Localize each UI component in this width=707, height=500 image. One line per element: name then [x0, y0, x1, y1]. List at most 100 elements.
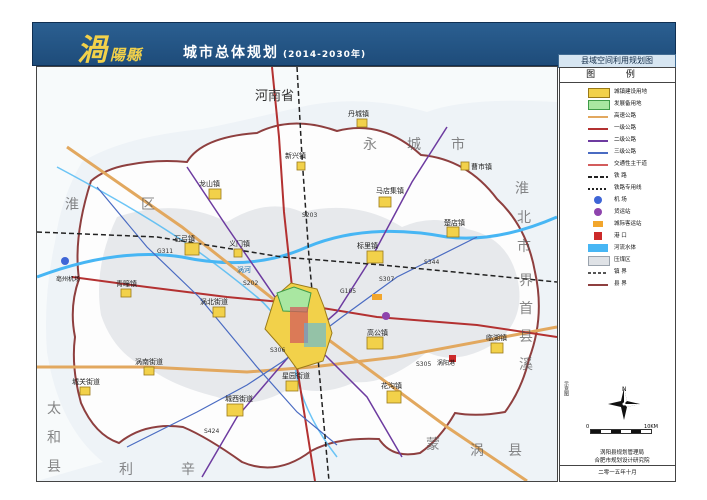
legend-item: 铁路专用线 — [566, 183, 672, 193]
svg-text:花沟镇: 花沟镇 — [381, 381, 402, 390]
legend-symbol-class1-road — [588, 128, 608, 130]
plan-title-text: 城市总体规划 — [183, 45, 279, 61]
org-design-institute: 合肥市规划设计研究院 — [594, 458, 650, 464]
svg-text:S424: S424 — [204, 428, 219, 435]
svg-text:永: 永 — [363, 137, 377, 153]
legend-symbol-class3-road — [588, 152, 608, 154]
airport-label: 亳州机场 — [56, 275, 80, 283]
legend-item: 高速公路 — [566, 111, 672, 121]
legend-symbol-development — [588, 100, 610, 110]
province-label: 河南省 — [255, 88, 294, 104]
legend-item: 一级公路 — [566, 123, 672, 133]
svg-text:丹城镇: 丹城镇 — [348, 109, 369, 118]
legend-item: 城镇建设用地 — [566, 87, 672, 98]
freight-station-symbol — [382, 312, 390, 320]
plan-date: 二零一五年十月 — [560, 465, 675, 480]
svg-text:S202: S202 — [243, 280, 258, 287]
legend-symbol-coal — [588, 256, 610, 266]
svg-text:利: 利 — [119, 462, 133, 478]
map-canvas: 河南省 丹城镇 龙山镇 新兴镇 马店集镇 曹市镇 石弓镇 义门镇 楚店镇 青疃镇… — [37, 67, 557, 481]
svg-text:蒙: 蒙 — [426, 437, 440, 453]
svg-text:星园街道: 星园街道 — [282, 371, 310, 380]
plan-years: (2014-2030年) — [283, 50, 367, 60]
svg-text:市: 市 — [517, 238, 531, 255]
legend-item: 二级公路 — [566, 135, 672, 145]
county-logo: 渦陽縣 — [77, 25, 142, 69]
svg-text:义门镇: 义门镇 — [229, 239, 250, 248]
svg-text:G311: G311 — [157, 248, 173, 255]
svg-text:涡南街道: 涡南街道 — [135, 357, 163, 366]
legend-item: 三级公路 — [566, 147, 672, 157]
legend-item: 货运站 — [566, 207, 672, 217]
legend-item: 机 场 — [566, 195, 672, 205]
scale-start: 0 — [586, 424, 590, 430]
north-label: N — [622, 386, 627, 393]
svg-text:北: 北 — [517, 210, 531, 226]
svg-text:新兴镇: 新兴镇 — [285, 151, 306, 160]
scale-bar — [590, 429, 652, 434]
legend-item: 城际客运站 — [566, 219, 672, 229]
svg-text:S306: S306 — [270, 347, 285, 354]
org-planning-bureau: 涡阳县规划管理局 — [599, 450, 644, 456]
svg-text:高公镇: 高公镇 — [367, 328, 388, 337]
map-sheet: 渦陽縣 城市总体规划 (2014-2030年) 县域空间利用规划图 河南省 丹城… — [0, 0, 707, 500]
airport-icon — [594, 196, 602, 204]
svg-text:城关街道: 城关街道 — [72, 377, 100, 386]
legend-item: 河流水体 — [566, 243, 672, 253]
county-map: 河南省 丹城镇 龙山镇 新兴镇 马店集镇 曹市镇 石弓镇 义门镇 楚店镇 青疃镇… — [36, 66, 558, 482]
svg-text:淮: 淮 — [515, 181, 529, 197]
legend-item: 镇 界 — [566, 267, 672, 277]
river-label: 涡河 — [237, 265, 251, 274]
svg-text:青疃镇: 青疃镇 — [116, 279, 137, 288]
svg-text:城西街道: 城西街道 — [225, 394, 253, 403]
svg-text:县: 县 — [519, 329, 533, 345]
svg-text:G105: G105 — [340, 288, 356, 295]
legend-item: 县 界 — [566, 279, 672, 289]
legend-item: 交通性主干道 — [566, 159, 672, 169]
legend-title: 图 例 — [560, 68, 675, 83]
legend-item: 港 口 — [566, 231, 672, 241]
svg-text:辛: 辛 — [181, 462, 195, 478]
legend-symbol-railway — [588, 176, 608, 178]
svg-text:S344: S344 — [424, 259, 439, 266]
vertical-note: 示意图 — [563, 381, 569, 396]
svg-text:县: 县 — [508, 443, 522, 459]
svg-text:S307: S307 — [379, 276, 394, 283]
svg-text:石弓镇: 石弓镇 — [174, 234, 195, 243]
svg-text:首: 首 — [519, 301, 533, 317]
svg-text:标里镇: 标里镇 — [357, 241, 378, 250]
logo-small: 陽縣 — [110, 46, 143, 64]
legend-item: 压煤区 — [566, 255, 672, 266]
legend-symbol-class2-road — [588, 140, 608, 142]
map-subtitle: 县域空间利用规划图 — [558, 54, 676, 68]
svg-text:区: 区 — [141, 197, 155, 213]
plan-title: 城市总体规划 (2014-2030年) — [183, 42, 366, 62]
svg-text:曹市镇: 曹市镇 — [471, 162, 492, 171]
svg-text:涡: 涡 — [470, 443, 484, 459]
legend-item: 铁 路 — [566, 171, 672, 181]
svg-text:临湖镇: 临湖镇 — [486, 333, 507, 342]
legend-symbol-town-border — [588, 272, 608, 274]
svg-text:龙山镇: 龙山镇 — [199, 179, 220, 188]
legend-item: 发展备用地 — [566, 99, 672, 110]
port-label: 涡阳港 — [437, 359, 455, 367]
svg-text:楚店镇: 楚店镇 — [444, 218, 465, 227]
legend-symbol-urban — [588, 88, 610, 98]
city-water-block — [304, 323, 326, 347]
svg-text:马店集镇: 马店集镇 — [376, 186, 404, 195]
logo-text: 渦 — [77, 33, 108, 68]
legend-symbol-rail-spur — [588, 188, 608, 190]
airport-symbol — [61, 257, 69, 265]
svg-text:太: 太 — [47, 401, 61, 417]
port-icon — [594, 232, 602, 240]
legend-symbol-expressway — [588, 116, 608, 118]
svg-text:淮: 淮 — [65, 197, 79, 213]
svg-text:城: 城 — [407, 137, 421, 153]
svg-text:界: 界 — [519, 273, 533, 289]
svg-text:S305: S305 — [416, 361, 431, 368]
passenger-station-symbol — [372, 294, 382, 300]
svg-text:和: 和 — [47, 430, 61, 446]
svg-text:涡北街道: 涡北街道 — [200, 297, 228, 306]
freight-station-icon — [594, 208, 602, 216]
legend-symbol-county-border — [588, 284, 608, 286]
